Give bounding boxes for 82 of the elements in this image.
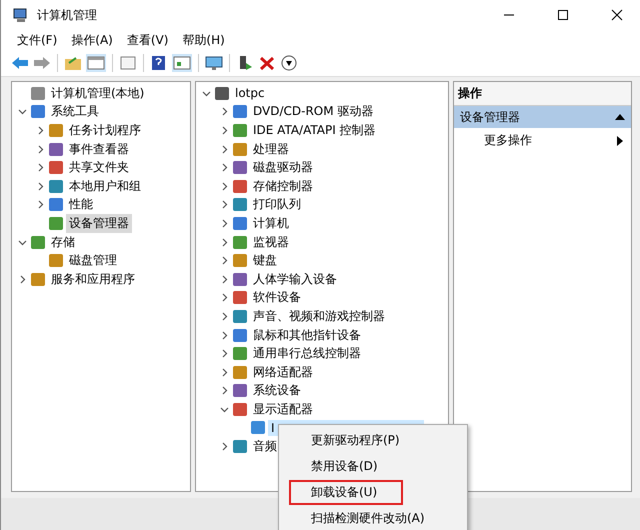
- close-icon[interactable]: [258, 55, 276, 71]
- tree-item[interactable]: 服务和应用程序: [48, 270, 138, 289]
- collapse-chevron-icon[interactable]: [18, 238, 26, 247]
- tree-item[interactable]: 系统设备: [250, 381, 304, 400]
- tree-item[interactable]: 声音、视频和游戏控制器: [250, 306, 388, 326]
- pane-icon[interactable]: [172, 54, 192, 72]
- expand-chevron-icon[interactable]: [36, 200, 44, 210]
- tree-item[interactable]: 通用串行总线控制器: [250, 344, 364, 364]
- tree-item[interactable]: 处理器: [250, 140, 292, 159]
- expand-chevron-icon[interactable]: [220, 368, 228, 377]
- expand-chevron-icon[interactable]: [220, 330, 228, 340]
- tree-item[interactable]: 音频: [250, 437, 280, 456]
- forward-icon[interactable]: [33, 55, 51, 71]
- tree-item[interactable]: 人体学输入设备: [250, 270, 340, 289]
- tree-item[interactable]: 事件查看器: [66, 140, 132, 159]
- expand-chevron-icon[interactable]: [220, 126, 228, 135]
- tree-item[interactable]: 本地用户和组: [66, 176, 144, 196]
- expand-chevron-icon[interactable]: [220, 238, 228, 247]
- expand-chevron-icon[interactable]: [18, 274, 26, 284]
- submenu-arrow-icon: [617, 136, 623, 146]
- tree-item[interactable]: 监视器: [250, 232, 292, 252]
- page-icon[interactable]: [119, 55, 137, 71]
- action-item[interactable]: 更多操作: [484, 132, 532, 149]
- collapse-chevron-icon[interactable]: [202, 88, 210, 98]
- tree-item[interactable]: 计算机: [250, 214, 292, 233]
- tree-item[interactable]: 磁盘管理: [66, 251, 120, 270]
- menu-item[interactable]: 禁用设备(D): [289, 454, 388, 479]
- tree-item[interactable]: 打印队列: [250, 195, 304, 214]
- window-title: 计算机管理: [37, 6, 97, 24]
- expand-chevron-icon[interactable]: [220, 349, 228, 358]
- collapse-chevron-icon[interactable]: [220, 404, 228, 414]
- menu-item[interactable]: 帮助(H): [182, 32, 225, 48]
- expand-chevron-icon[interactable]: [36, 144, 44, 154]
- menu-item[interactable]: 卸载设备(U): [289, 480, 404, 505]
- back-icon[interactable]: [11, 55, 29, 71]
- expand-chevron-icon[interactable]: [220, 218, 228, 228]
- expand-chevron-icon[interactable]: [220, 386, 228, 396]
- close-icon: [611, 9, 623, 21]
- expand-chevron-icon[interactable]: [220, 182, 228, 191]
- tree-item[interactable]: 设备管理器: [66, 214, 132, 233]
- menu-item[interactable]: 扫描检测硬件改动(A): [289, 506, 435, 530]
- expand-chevron-icon[interactable]: [220, 274, 228, 284]
- tree-item[interactable]: IDE ATA/ATAPI 控制器: [250, 120, 379, 140]
- expand-chevron-icon[interactable]: [36, 163, 44, 172]
- tree-item[interactable]: 共享文件夹: [66, 158, 132, 178]
- tree-item[interactable]: 存储: [48, 232, 78, 252]
- tree-item[interactable]: 鼠标和其他指针设备: [250, 326, 364, 345]
- panel-header: 操作: [454, 82, 631, 106]
- expand-chevron-icon[interactable]: [220, 107, 228, 116]
- collapse-icon[interactable]: [615, 113, 625, 121]
- expand-chevron-icon[interactable]: [220, 144, 228, 154]
- help-icon[interactable]: [150, 55, 168, 71]
- menu-item[interactable]: 操作(A): [71, 32, 113, 48]
- expand-chevron-icon[interactable]: [220, 442, 228, 452]
- expand-chevron-icon[interactable]: [220, 293, 228, 302]
- tree-item[interactable]: 磁盘驱动器: [250, 158, 316, 178]
- expand-chevron-icon[interactable]: [220, 312, 228, 321]
- tree-item[interactable]: 显示适配器: [250, 400, 316, 419]
- tree-item[interactable]: 任务计划程序: [66, 120, 144, 140]
- section-title: 设备管理器: [460, 108, 520, 126]
- download-icon[interactable]: [280, 55, 298, 71]
- tree-item[interactable]: 键盘: [250, 251, 280, 270]
- expand-chevron-icon[interactable]: [220, 256, 228, 266]
- expand-chevron-icon[interactable]: [220, 200, 228, 210]
- collapse-chevron-icon[interactable]: [18, 107, 26, 116]
- tree-item[interactable]: DVD/CD-ROM 驱动器: [250, 102, 376, 122]
- maximize-icon: [557, 9, 569, 21]
- tree-item[interactable]: lotpc: [232, 85, 268, 102]
- tree-item[interactable]: 网络适配器: [250, 362, 316, 382]
- menu-item[interactable]: 更新驱动程序(P): [289, 428, 410, 453]
- menu-item[interactable]: 查看(V): [126, 32, 168, 48]
- tree-item[interactable]: 性能: [66, 195, 96, 214]
- expand-chevron-icon[interactable]: [36, 126, 44, 135]
- tree-item[interactable]: 存储控制器: [250, 176, 316, 196]
- tree-item[interactable]: 计算机管理(本地): [48, 84, 148, 103]
- tree-item[interactable]: 软件设备: [250, 288, 304, 308]
- expand-chevron-icon[interactable]: [220, 163, 228, 172]
- pane-icon[interactable]: [86, 54, 106, 72]
- expand-chevron-icon[interactable]: [36, 182, 44, 191]
- menu-item[interactable]: 文件(F): [17, 32, 58, 48]
- section-header[interactable]: 设备管理器: [454, 106, 631, 128]
- tree-item[interactable]: 系统工具: [48, 102, 102, 122]
